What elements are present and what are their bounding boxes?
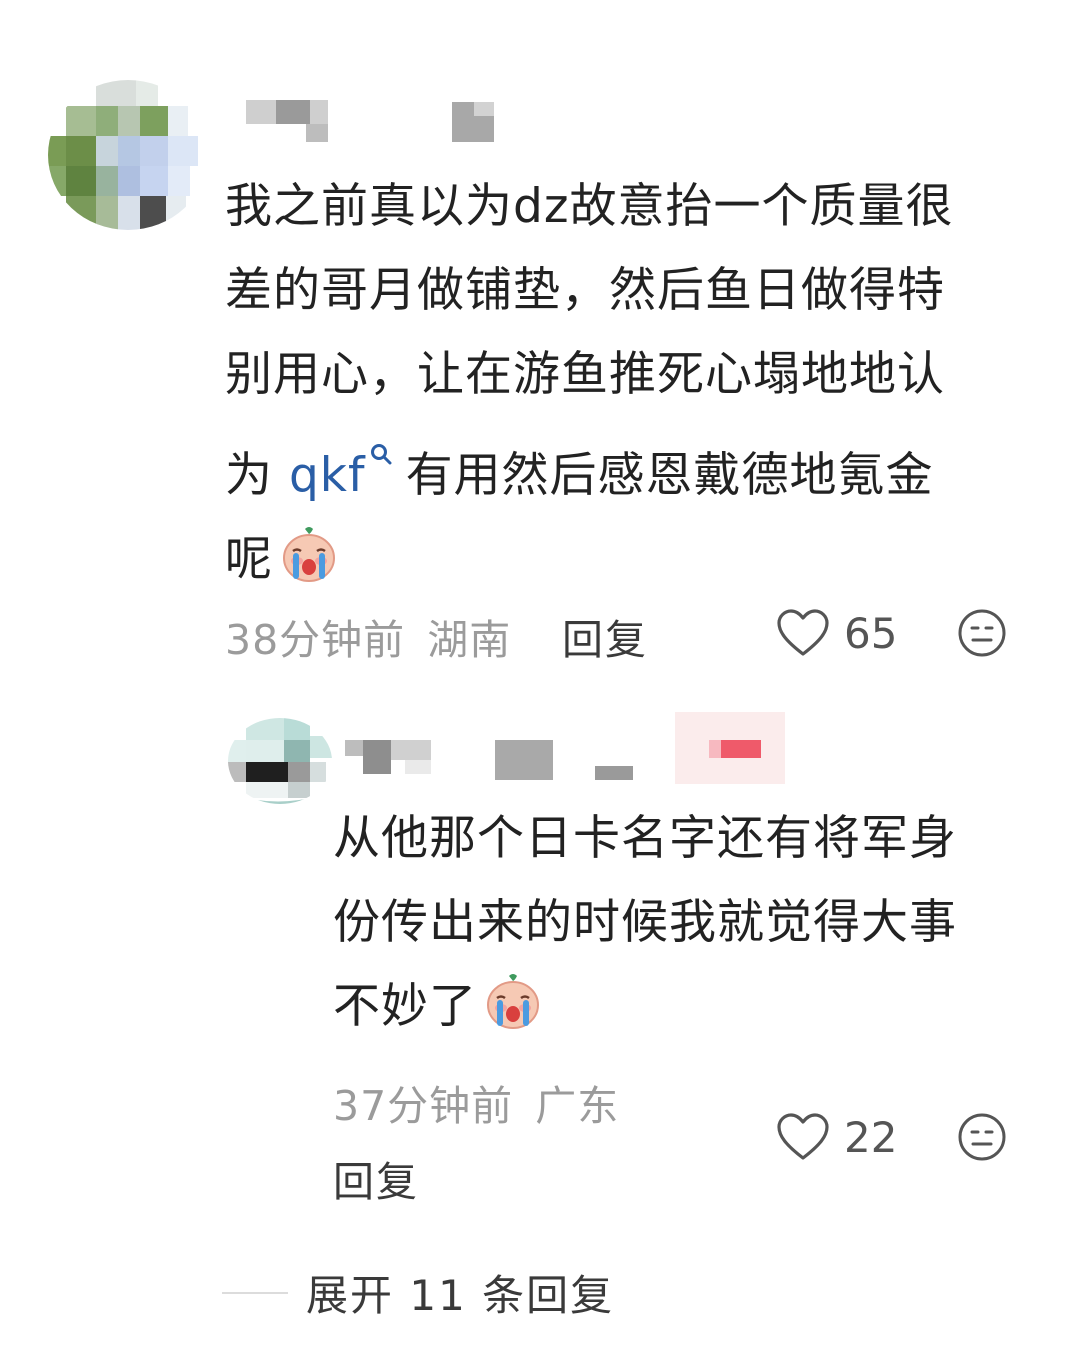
meh-face-icon[interactable]: [957, 1112, 1007, 1162]
avatar[interactable]: [228, 718, 332, 804]
username-blurred[interactable]: [345, 712, 815, 784]
avatar[interactable]: [48, 80, 208, 230]
meh-face-icon[interactable]: [957, 608, 1007, 658]
comment-meta: 38分钟前 湖南: [225, 606, 511, 666]
expand-replies[interactable]: 展开 11 条回复: [222, 1262, 614, 1323]
comment-line-suffix: 有用然后感恩戴德地氪金: [405, 448, 934, 503]
comment-line-prefix: 为: [225, 448, 289, 503]
comment-thread: 我之前真以为dz故意抬一个质量很 差的哥月做铺垫，然后鱼日做得特 别用心，让在游…: [0, 0, 1080, 1345]
like-button[interactable]: 22: [776, 1107, 897, 1167]
comment-line-end: 呢: [225, 532, 273, 587]
reply-body: 从他那个日卡名字还有将军身 份传出来的时候我就觉得大事 不妙了: [333, 797, 957, 1049]
like-count: 65: [844, 608, 898, 658]
reply-time: 37分钟前: [333, 1082, 514, 1130]
divider-line: [222, 1291, 288, 1294]
like-count: 22: [844, 1112, 898, 1162]
expand-replies-label[interactable]: 展开 11 条回复: [306, 1262, 614, 1323]
keyword-link[interactable]: qkf: [289, 448, 366, 503]
reply-line-end: 不妙了: [333, 979, 477, 1034]
comment-line: 别用心，让在游鱼推死心塌地地认: [225, 347, 945, 402]
search-icon[interactable]: [370, 417, 392, 501]
comment-time: 38分钟前: [225, 616, 406, 664]
reply-meta: 37分钟前 广东: [333, 1072, 619, 1132]
comment-body: 我之前真以为dz故意抬一个质量很 差的哥月做铺垫，然后鱼日做得特 别用心，让在游…: [225, 165, 954, 602]
reply-line: 从他那个日卡名字还有将军身: [333, 811, 957, 866]
reply-button[interactable]: 回复: [562, 606, 648, 666]
username-blurred[interactable]: [246, 100, 506, 146]
comment-location: 湖南: [427, 616, 512, 664]
comment-line: 我之前真以为dz故意抬一个质量很: [225, 179, 954, 234]
reply-button[interactable]: 回复: [333, 1148, 419, 1208]
heart-outline-icon: [777, 1113, 829, 1160]
comment-line: 呢: [225, 518, 954, 602]
heart-outline-icon: [777, 609, 829, 656]
crying-face-emoji: [279, 525, 339, 585]
reply-location: 广东: [535, 1082, 620, 1130]
reply-line: 份传出来的时候我就觉得大事: [333, 895, 957, 950]
like-button[interactable]: 65: [776, 603, 897, 663]
comment-line: 为 qkf 有用然后感恩戴德地氪金: [225, 417, 954, 518]
crying-face-emoji: [483, 972, 543, 1032]
reply-line: 不妙了: [333, 965, 957, 1049]
comment-line: 差的哥月做铺垫，然后鱼日做得特: [225, 263, 945, 318]
